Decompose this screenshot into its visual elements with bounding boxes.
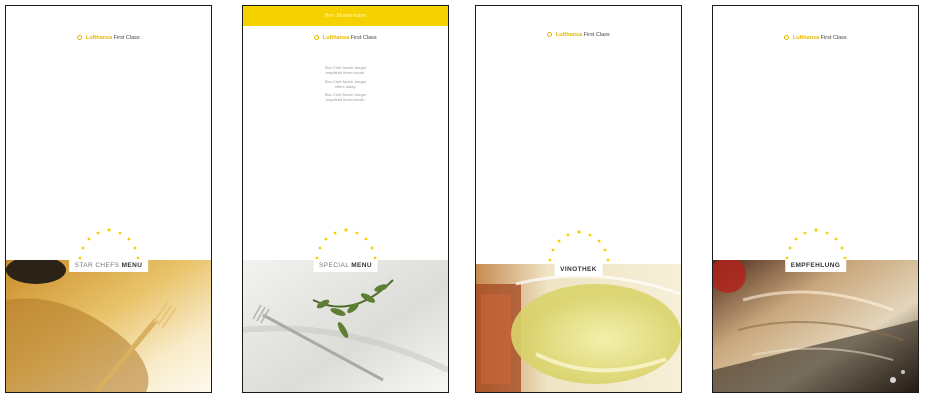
guest-name: Herr Mustermann	[324, 13, 367, 19]
photo-golden-plate	[6, 256, 211, 392]
label-bold: EMPFEHLUNG	[790, 262, 841, 269]
brand-line: Lufthansa First Class	[476, 32, 681, 38]
lufthansa-crane-icon	[77, 35, 83, 41]
paragraph: Star Chef André Jaeger empfiehlt Ihnen h…	[243, 92, 448, 102]
brand-line: Lufthansa First Class	[6, 35, 211, 41]
guest-name-bar: Herr Mustermann	[243, 6, 448, 26]
menu-label: STAR CHEFS MENU	[68, 259, 149, 272]
menu-label: VINOTHEK	[554, 263, 603, 276]
menu-card-vinothek: Lufthansa First Class VINOTHEK	[475, 5, 682, 393]
label-light: SPECIAL	[319, 262, 350, 269]
lufthansa-crane-icon	[784, 35, 790, 41]
brand-name: Lufthansa	[792, 35, 820, 41]
star-arc-icon	[476, 228, 681, 268]
menu-card-special: Herr Mustermann Lufthansa First Class St…	[242, 5, 449, 393]
menu-card-empfehlung: Lufthansa First Class EMPFEHLUNG	[712, 5, 919, 393]
text-line: offers today.	[334, 83, 357, 89]
label-light: STAR CHEFS	[74, 262, 120, 269]
brand-class: First Class	[113, 35, 140, 41]
text-line: empfiehlt Ihnen heute.	[325, 70, 366, 75]
photo-wine-glasses	[476, 264, 681, 392]
brand-class: First Class	[583, 32, 610, 38]
menu-card-star-chefs: Lufthansa First Class STAR CHEFS MENU	[5, 5, 212, 393]
brand-class: First Class	[350, 35, 377, 41]
label-bold: MENU	[121, 262, 143, 269]
photo-wine-label	[713, 257, 918, 392]
menu-label: EMPFEHLUNG	[784, 259, 847, 272]
menu-label: SPECIAL MENU	[313, 259, 378, 272]
brand-name: Lufthansa	[322, 35, 350, 41]
paragraph: Star Chef André Jaeger offers today.	[243, 79, 448, 89]
photo-white-napkin	[243, 260, 448, 392]
brand-class: First Class	[820, 35, 847, 41]
lufthansa-crane-icon	[314, 35, 320, 41]
label-bold: MENU	[351, 262, 372, 269]
paragraph: Star Chef André Jaeger empfiehlt Ihnen h…	[243, 65, 448, 75]
lufthansa-crane-icon	[547, 32, 553, 38]
brand-name: Lufthansa	[85, 35, 113, 41]
menu-body-text: Star Chef André Jaeger empfiehlt Ihnen h…	[243, 65, 448, 106]
brand-line: Lufthansa First Class	[243, 35, 448, 41]
brand-name: Lufthansa	[555, 32, 583, 38]
brand-line: Lufthansa First Class	[713, 35, 918, 41]
label-bold: VINOTHEK	[560, 266, 597, 273]
text-line: empfiehlt Ihnen heute.	[325, 97, 366, 102]
